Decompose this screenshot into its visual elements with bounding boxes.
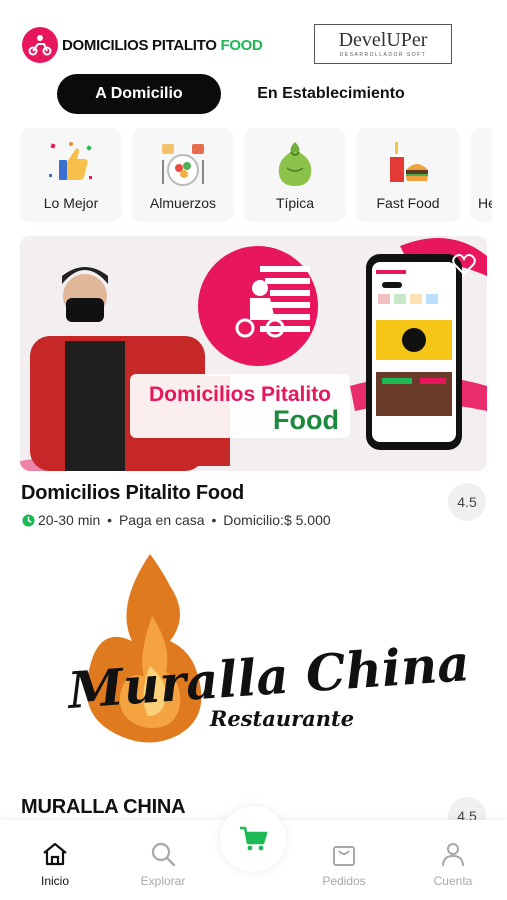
category-almuerzos[interactable]: Almuerzos — [132, 128, 234, 222]
shopping-bag-icon — [333, 846, 355, 866]
nav-pedidos[interactable]: Pedidos — [304, 840, 384, 888]
delivery-scooter-icon — [22, 27, 58, 63]
header: DOMICILIOS PITALITO FOOD DevelUPer DESAR… — [0, 0, 507, 70]
search-icon — [151, 842, 176, 867]
restaurant-logo-subtitle: Restaurante — [209, 706, 354, 731]
delivery-time: 20-30 min — [38, 512, 101, 528]
restaurant-banner-muralla-china[interactable]: Muralla China Restaurante — [20, 546, 487, 781]
nav-cuenta[interactable]: Cuenta — [413, 840, 493, 888]
bag-icon — [278, 142, 312, 186]
brand-name: DOMICILIOS PITALITO FOOD — [62, 36, 263, 54]
nav-inicio[interactable]: Inicio — [15, 840, 95, 888]
restaurant-name[interactable]: Domicilios Pitalito Food — [21, 482, 244, 505]
restaurant-meta: 20-30 min • Paga en casa • Domicilio:$ 5… — [22, 512, 331, 528]
favorite-heart-icon[interactable] — [452, 254, 476, 276]
meta-separator: • — [207, 512, 221, 528]
category-heladeria[interactable]: Heladeı — [470, 128, 492, 222]
banner-subtitle: Food — [273, 405, 339, 435]
category-lo-mejor[interactable]: Lo Mejor — [20, 128, 122, 222]
home-icon — [43, 842, 67, 866]
payment-method: Paga en casa — [118, 512, 205, 528]
rating-badge: 4.5 — [448, 483, 486, 521]
in-store-tab[interactable]: En Establecimiento — [231, 74, 431, 114]
category-tipica[interactable]: Típica — [244, 128, 346, 222]
banner-title: Domicilios Pitalito — [149, 383, 331, 406]
thumbs-up-icon — [49, 142, 92, 180]
plate-icon — [162, 144, 204, 186]
category-fast-food[interactable]: Fast Food — [356, 128, 460, 222]
restaurant-name[interactable]: MURALLA CHINA — [21, 796, 186, 819]
restaurant-banner-domicilios-pitalito[interactable]: Domicilios Pitalito Food — [20, 236, 487, 471]
meta-separator: • — [103, 512, 116, 528]
delivery-mode-toggle: A Domicilio En Establecimiento — [57, 74, 437, 114]
burger-icon — [390, 142, 428, 182]
user-icon — [442, 843, 464, 867]
cart-button[interactable] — [220, 806, 286, 872]
brand-logo: DOMICILIOS PITALITO FOOD — [22, 27, 263, 63]
category-carousel[interactable]: Lo Mejor Almuerzos Típica Fast Food H — [20, 128, 492, 222]
home-delivery-tab[interactable]: A Domicilio — [57, 74, 221, 114]
developer-logo: DevelUPer DESARROLLADOR SOFT — [314, 24, 452, 64]
cart-icon — [240, 826, 268, 851]
nav-explorar[interactable]: Explorar — [123, 840, 203, 888]
clock-icon — [22, 513, 35, 527]
delivery-fee: Domicilio:$ 5.000 — [223, 512, 331, 528]
